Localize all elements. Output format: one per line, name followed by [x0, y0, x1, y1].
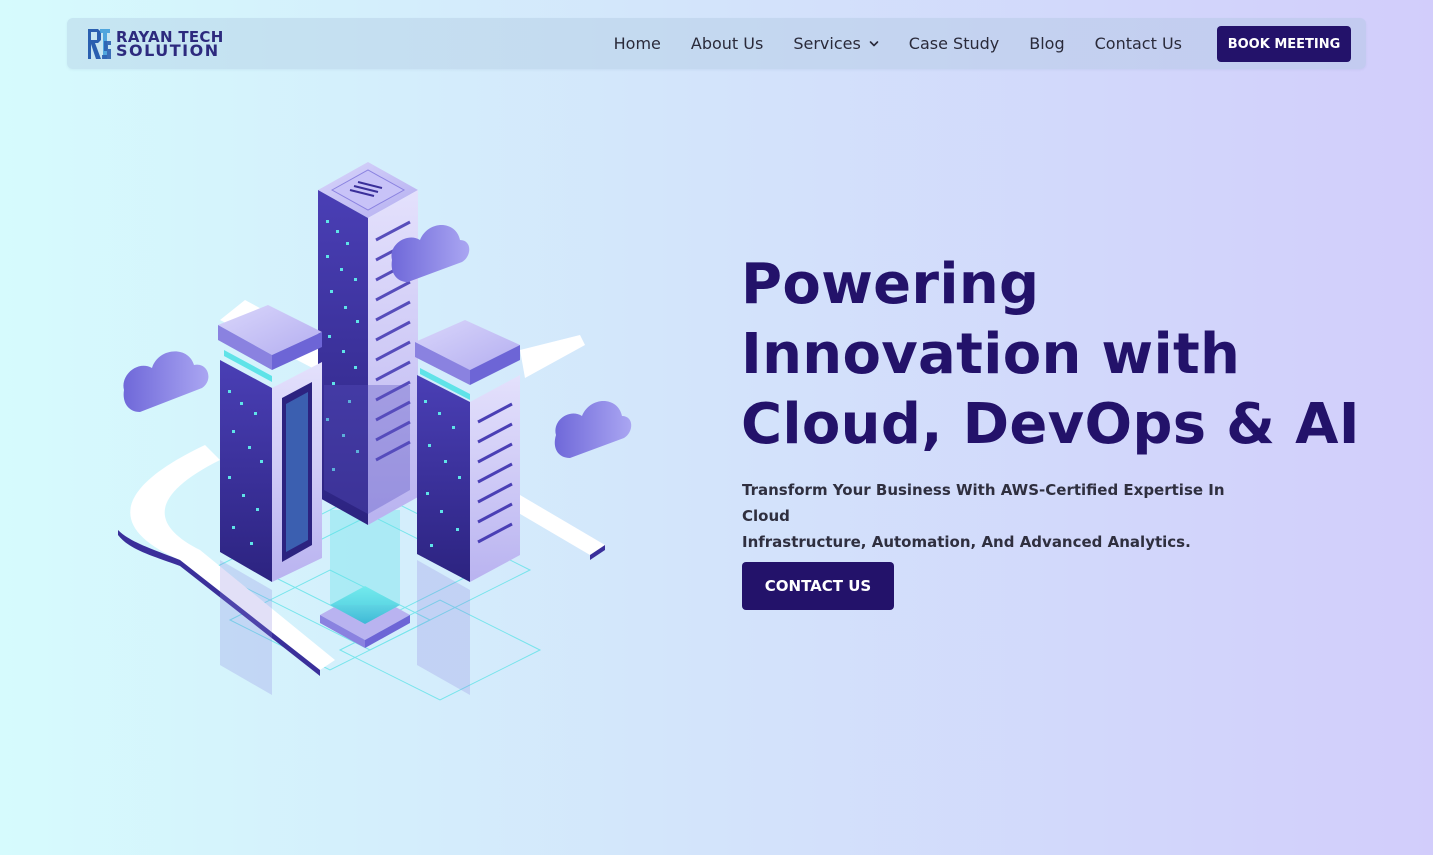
hero-title-line: Powering — [741, 252, 1040, 317]
nav-item-about-us[interactable]: About Us — [691, 34, 763, 53]
nav-item-case-study[interactable]: Case Study — [909, 34, 999, 53]
navbar: RAYAN TECH SOLUTION Home About Us Servic… — [67, 18, 1366, 69]
cloud-icon — [554, 401, 632, 458]
isometric-cloud-servers-illustration — [118, 162, 632, 701]
tower-right — [415, 320, 520, 582]
main-nav: Home About Us Services Case Study Blog C… — [614, 18, 1182, 69]
road-right — [520, 335, 585, 378]
tower-center — [318, 162, 418, 525]
chevron-down-icon — [869, 40, 879, 46]
brand-name-line2: SOLUTION — [116, 41, 220, 60]
nav-item-contact-us[interactable]: Contact Us — [1095, 34, 1182, 53]
hero-title-line: Cloud, DevOps & AI — [741, 392, 1360, 457]
hero-title: Powering Innovation with Cloud, DevOps &… — [741, 250, 1381, 460]
nav-item-services[interactable]: Services — [793, 34, 879, 53]
nav-item-services-label: Services — [793, 34, 861, 53]
brand-logo[interactable]: RAYAN TECH SOLUTION — [86, 27, 224, 61]
brand-name: RAYAN TECH SOLUTION — [116, 30, 224, 60]
hero-subtitle-line: Transform Your Business With AWS-Certifi… — [742, 481, 1225, 525]
cloud-icon — [123, 351, 209, 412]
hero-subtitle-line: Infrastructure, Automation, And Advanced… — [742, 533, 1191, 551]
nav-item-blog[interactable]: Blog — [1029, 34, 1064, 53]
book-meeting-button[interactable]: BOOK MEETING — [1217, 26, 1351, 62]
hero-subtitle: Transform Your Business With AWS-Certifi… — [742, 477, 1262, 555]
contact-us-button[interactable]: CONTACT US — [742, 562, 894, 610]
hero-title-line: Innovation with — [741, 322, 1241, 387]
rts-logo-icon — [88, 29, 111, 59]
nav-item-home[interactable]: Home — [614, 34, 661, 53]
center-platform — [320, 510, 410, 648]
tower-left — [218, 305, 322, 582]
